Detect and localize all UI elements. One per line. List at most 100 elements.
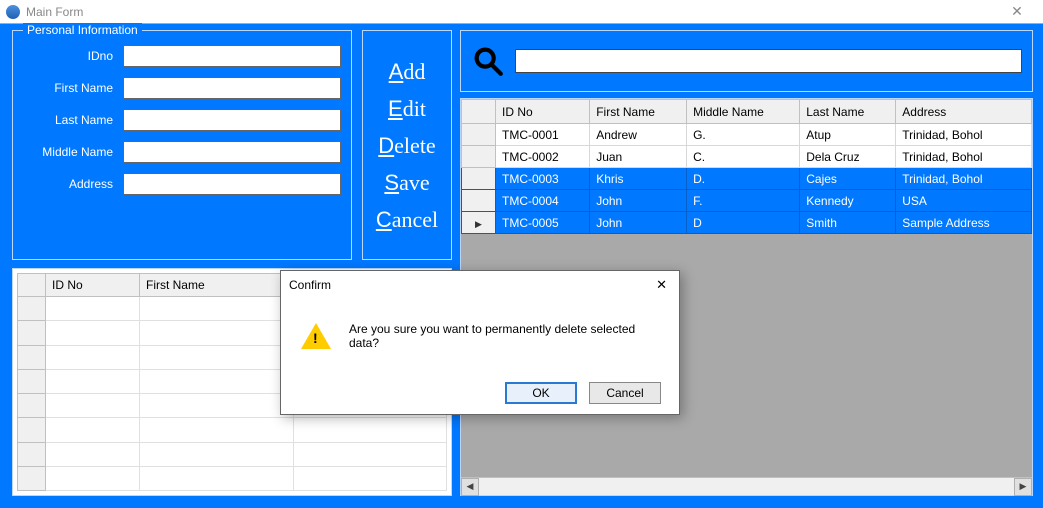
cell[interactable] <box>139 369 293 393</box>
action-button-panel: Add Edit Delete Save Cancel <box>362 30 452 260</box>
row-header[interactable] <box>18 394 46 418</box>
cell[interactable]: Smith <box>800 212 896 234</box>
row-header[interactable] <box>18 297 46 321</box>
cell[interactable] <box>139 442 293 466</box>
cell[interactable] <box>46 466 140 490</box>
personal-info-fieldset: Personal Information IDno First Name Las… <box>12 30 352 260</box>
cell[interactable] <box>139 466 293 490</box>
table-row[interactable] <box>18 442 447 466</box>
row-header[interactable] <box>462 168 496 190</box>
cell[interactable]: Andrew <box>590 124 687 146</box>
dialog-cancel-button[interactable]: Cancel <box>589 382 661 404</box>
table-row[interactable]: TMC-0005JohnDSmithSample Address <box>462 212 1032 234</box>
main-panel: Personal Information IDno First Name Las… <box>0 24 1043 508</box>
table-row[interactable]: TMC-0003KhrisD.CajesTrinidad, Bohol <box>462 168 1032 190</box>
row-header-corner <box>462 100 496 124</box>
row-header[interactable] <box>18 466 46 490</box>
column-header[interactable]: First Name <box>139 274 293 297</box>
row-header[interactable] <box>18 442 46 466</box>
cancel-button[interactable]: Cancel <box>376 203 438 236</box>
cell[interactable]: F. <box>687 190 800 212</box>
cell[interactable] <box>46 345 140 369</box>
cell[interactable] <box>139 418 293 442</box>
cell[interactable] <box>46 394 140 418</box>
cell[interactable]: John <box>590 190 687 212</box>
cell[interactable]: Cajes <box>800 168 896 190</box>
row-header[interactable] <box>462 190 496 212</box>
cell[interactable] <box>46 369 140 393</box>
table-row[interactable]: TMC-0004JohnF.KennedyUSA <box>462 190 1032 212</box>
address-input[interactable] <box>123 173 341 195</box>
table-row[interactable] <box>18 466 447 490</box>
cell[interactable]: Sample Address <box>896 212 1032 234</box>
cell[interactable] <box>46 321 140 345</box>
search-input[interactable] <box>515 49 1022 73</box>
cell[interactable]: TMC-0001 <box>496 124 590 146</box>
cell[interactable] <box>46 418 140 442</box>
idno-label: IDno <box>23 49 123 63</box>
first-name-label: First Name <box>23 81 123 95</box>
column-header[interactable]: Last Name <box>800 100 896 124</box>
cell[interactable]: D. <box>687 168 800 190</box>
cell[interactable]: Juan <box>590 146 687 168</box>
delete-button[interactable]: Delete <box>378 129 435 162</box>
cell[interactable]: USA <box>896 190 1032 212</box>
dialog-message: Are you sure you want to permanently del… <box>349 322 659 350</box>
row-header[interactable] <box>18 418 46 442</box>
table-row[interactable] <box>18 418 447 442</box>
cell[interactable] <box>46 297 140 321</box>
cell[interactable] <box>139 321 293 345</box>
cell[interactable]: John <box>590 212 687 234</box>
cell[interactable]: Trinidad, Bohol <box>896 124 1032 146</box>
scroll-right-icon[interactable]: ▶ <box>1014 478 1032 496</box>
cell[interactable]: TMC-0005 <box>496 212 590 234</box>
cell[interactable]: Atup <box>800 124 896 146</box>
cell[interactable]: Trinidad, Bohol <box>896 168 1032 190</box>
column-header[interactable]: First Name <box>590 100 687 124</box>
edit-button[interactable]: Edit <box>388 92 426 125</box>
cell[interactable]: TMC-0002 <box>496 146 590 168</box>
dialog-close-button[interactable]: ✕ <box>652 277 671 293</box>
search-panel <box>460 30 1033 92</box>
cell[interactable] <box>46 442 140 466</box>
cell[interactable]: Trinidad, Bohol <box>896 146 1032 168</box>
cell[interactable]: G. <box>687 124 800 146</box>
row-header[interactable] <box>18 345 46 369</box>
column-header[interactable]: Middle Name <box>687 100 800 124</box>
add-button[interactable]: Add <box>389 55 426 88</box>
table-row[interactable]: TMC-0001AndrewG.AtupTrinidad, Bohol <box>462 124 1032 146</box>
scroll-left-icon[interactable]: ◀ <box>461 478 479 496</box>
cell[interactable]: D <box>687 212 800 234</box>
window-title: Main Form <box>26 5 997 19</box>
column-header[interactable]: ID No <box>46 274 140 297</box>
cell[interactable] <box>294 442 447 466</box>
dialog-ok-button[interactable]: OK <box>505 382 577 404</box>
cell[interactable] <box>139 297 293 321</box>
cell[interactable] <box>294 466 447 490</box>
idno-input[interactable] <box>123 45 341 67</box>
cell[interactable] <box>139 345 293 369</box>
save-button[interactable]: Save <box>384 166 429 199</box>
row-header[interactable] <box>18 369 46 393</box>
cell[interactable]: Kennedy <box>800 190 896 212</box>
cell[interactable]: C. <box>687 146 800 168</box>
cell[interactable]: Dela Cruz <box>800 146 896 168</box>
middle-name-input[interactable] <box>123 141 341 163</box>
row-header[interactable] <box>462 124 496 146</box>
cell[interactable]: TMC-0003 <box>496 168 590 190</box>
row-header-corner <box>18 274 46 297</box>
window-close-button[interactable]: ✕ <box>997 3 1037 20</box>
row-header[interactable] <box>462 212 496 234</box>
column-header[interactable]: ID No <box>496 100 590 124</box>
last-name-input[interactable] <box>123 109 341 131</box>
grid-horizontal-scrollbar[interactable]: ◀ ▶ <box>461 477 1032 495</box>
cell[interactable]: TMC-0004 <box>496 190 590 212</box>
first-name-input[interactable] <box>123 77 341 99</box>
column-header[interactable]: Address <box>896 100 1032 124</box>
cell[interactable]: Khris <box>590 168 687 190</box>
row-header[interactable] <box>462 146 496 168</box>
row-header[interactable] <box>18 321 46 345</box>
cell[interactable] <box>294 418 447 442</box>
cell[interactable] <box>139 394 293 418</box>
table-row[interactable]: TMC-0002JuanC.Dela CruzTrinidad, Bohol <box>462 146 1032 168</box>
